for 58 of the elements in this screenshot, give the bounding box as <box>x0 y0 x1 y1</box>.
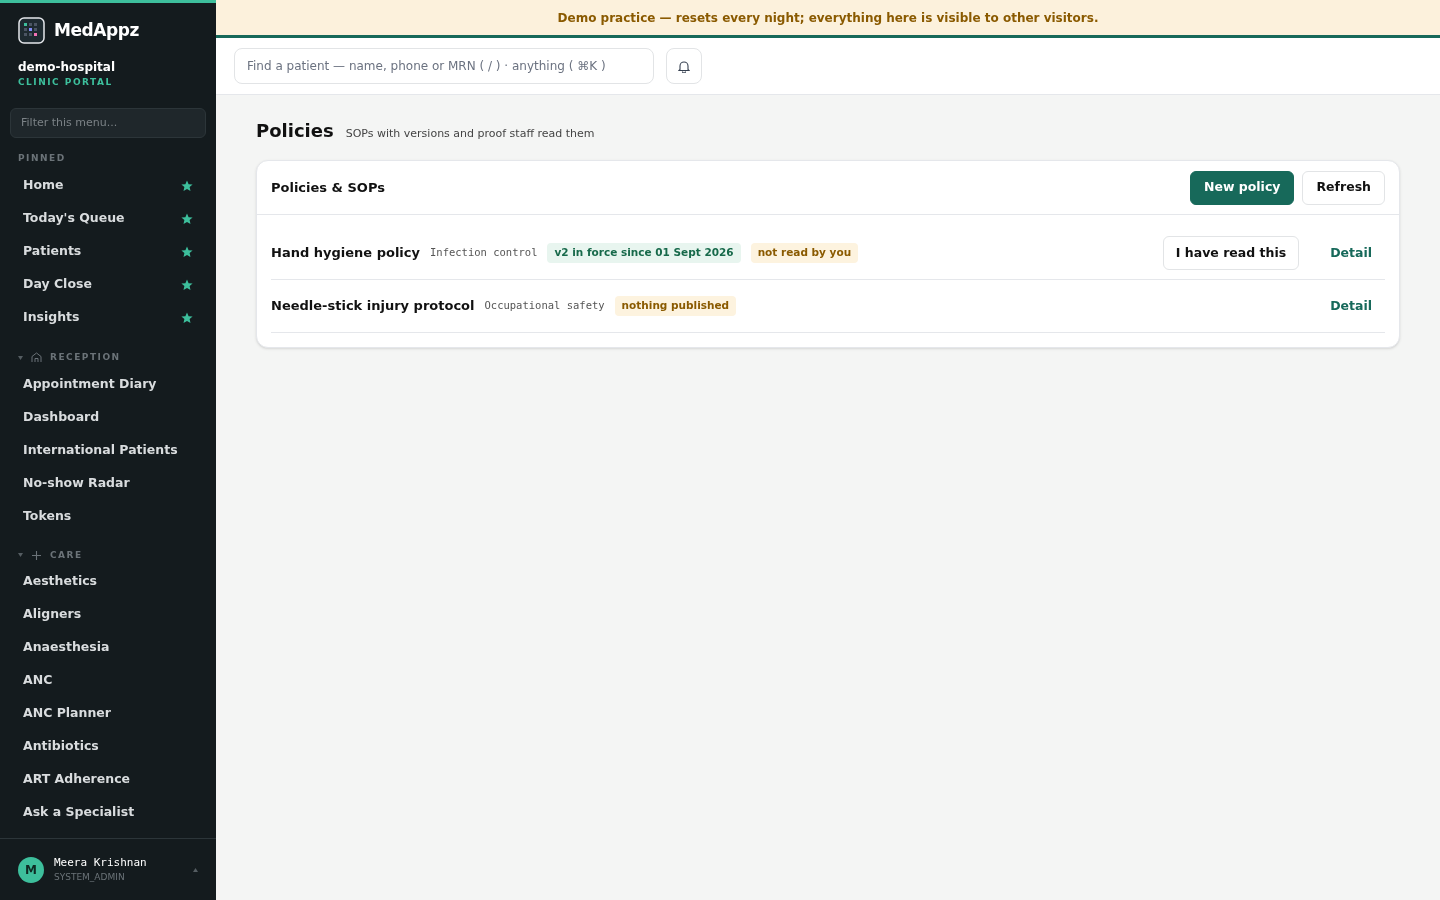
user-role: SYSTEM_ADMIN <box>54 871 126 884</box>
policy-title: Hand hygiene policy <box>271 244 420 263</box>
refresh-button[interactable]: Refresh <box>1302 170 1385 205</box>
nav-item[interactable]: Day Close <box>10 268 206 301</box>
caret-icon[interactable] <box>18 553 23 558</box>
detail-link[interactable]: Detail <box>1317 243 1385 263</box>
caret-icon[interactable] <box>193 867 198 872</box>
nav-item[interactable]: Ask a Specialist <box>10 795 206 828</box>
section-label: RECEPTION <box>50 351 121 364</box>
nav-item[interactable]: International Patients <box>10 432 206 466</box>
demo-banner: Demo practice — resets every night; everything here is visible to other visitors. <box>216 0 1440 38</box>
bell-icon <box>678 59 690 73</box>
nav-item[interactable]: Home <box>10 169 206 202</box>
nav-item[interactable]: Dashboard <box>10 399 206 433</box>
nav-item[interactable]: ANC Planner <box>10 696 206 729</box>
building-icon <box>31 352 42 364</box>
user-name: Meera Krishnan <box>54 854 148 871</box>
nav-item[interactable]: Tokens <box>10 498 206 532</box>
nav-item[interactable]: Patients <box>10 235 206 268</box>
nav-item[interactable]: ANC <box>10 663 206 696</box>
detail-link[interactable]: Detail <box>1317 296 1385 316</box>
star-icon[interactable] <box>181 212 193 225</box>
status-tag: nothing published <box>614 296 737 316</box>
search-field[interactable]: Find a patient — name, phone or MRN ( / ) · anything ( ⌘K ) <box>234 48 654 84</box>
nav-item[interactable]: Aesthetics <box>10 564 206 597</box>
status-tag: not read by you <box>750 243 859 263</box>
new-policy-button[interactable]: New policy <box>1189 170 1295 205</box>
status-tag: v2 in force since 01 Sept 2026 <box>547 243 741 263</box>
avatar: M <box>18 856 44 883</box>
nav-item[interactable]: Antibiotics <box>10 729 206 762</box>
plus-icon <box>31 549 42 561</box>
nav-item[interactable]: Anaesthesia <box>10 630 206 663</box>
brand-name: MedAppz <box>54 18 140 42</box>
nav-item[interactable]: Aligners <box>10 597 206 630</box>
section-label: PINNED <box>17 151 67 165</box>
star-icon[interactable] <box>181 179 193 192</box>
star-icon[interactable] <box>181 311 193 324</box>
caret-icon[interactable] <box>18 355 23 360</box>
page-subtitle: SOPs with versions and proof staff read them <box>345 126 595 142</box>
nav-item[interactable]: Insights <box>10 301 206 334</box>
nav-item[interactable]: No-show Radar <box>10 465 206 499</box>
logo-icon <box>18 17 45 44</box>
mark-read-button[interactable]: I have read this <box>1162 236 1300 270</box>
card-title: Policies & SOPs <box>271 178 386 197</box>
policy-category: Infection control <box>430 245 538 261</box>
nav-item[interactable]: Appointment Diary <box>10 366 206 400</box>
page-title: Policies <box>256 119 334 143</box>
policy-category: Occupational safety <box>484 298 605 314</box>
section-label: CARE <box>50 548 83 562</box>
portal-label: CLINIC PORTAL <box>18 76 114 89</box>
nav-item[interactable]: ART Adherence <box>10 762 206 795</box>
star-icon[interactable] <box>181 245 193 258</box>
policy-title: Needle-stick injury protocol <box>271 297 475 316</box>
filter-field[interactable]: Filter this menu... <box>10 107 206 138</box>
star-icon[interactable] <box>181 278 193 291</box>
nav-item[interactable]: Today's Queue <box>10 202 206 235</box>
notification-button[interactable] <box>666 48 702 84</box>
org-name: demo-hospital <box>18 59 117 76</box>
